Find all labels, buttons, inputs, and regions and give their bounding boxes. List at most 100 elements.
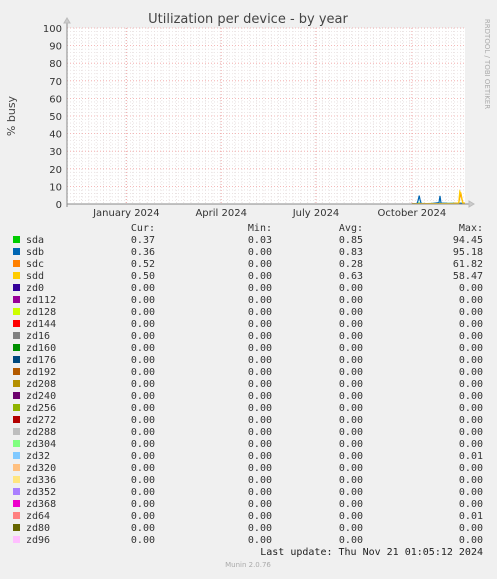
legend-value: 0.00 bbox=[131, 379, 155, 390]
x-tick-label: April 2024 bbox=[195, 208, 246, 219]
legend-series-name: zd144 bbox=[26, 319, 56, 330]
chart-title: Utilization per device - by year bbox=[148, 12, 348, 27]
legend-swatch bbox=[13, 380, 20, 387]
legend-value: 0.00 bbox=[248, 475, 272, 486]
legend-value: 0.00 bbox=[131, 391, 155, 402]
legend-series-name: zd368 bbox=[26, 499, 56, 510]
legend-value: 0.00 bbox=[339, 367, 363, 378]
legend-value: 0.03 bbox=[248, 235, 272, 246]
x-tick-label: January 2024 bbox=[92, 208, 160, 219]
y-tick-label: 100 bbox=[43, 24, 62, 35]
legend-value: 0.00 bbox=[131, 403, 155, 414]
utilization-chart: Utilization per device - by year % busy … bbox=[5, 12, 491, 569]
legend-swatch bbox=[13, 536, 20, 543]
legend-series-name: zd256 bbox=[26, 403, 56, 414]
legend-value: 0.00 bbox=[248, 271, 272, 282]
legend-value: 0.00 bbox=[339, 283, 363, 294]
legend-swatch bbox=[13, 344, 20, 351]
legend-value: 95.18 bbox=[453, 247, 483, 258]
legend-value: 0.00 bbox=[339, 295, 363, 306]
y-tick-label: 60 bbox=[49, 94, 62, 105]
legend-value: 0.00 bbox=[339, 439, 363, 450]
legend-series-name: zd240 bbox=[26, 391, 56, 402]
legend-value: 0.00 bbox=[339, 451, 363, 462]
legend-value: 0.37 bbox=[131, 235, 155, 246]
legend-value: 0.00 bbox=[248, 283, 272, 294]
legend-value: 0.00 bbox=[131, 463, 155, 474]
y-tick-label: 0 bbox=[56, 200, 62, 211]
legend-value: 0.00 bbox=[248, 379, 272, 390]
legend-value: 0.00 bbox=[459, 367, 483, 378]
legend-series-name: zd336 bbox=[26, 475, 56, 486]
legend-series-name: zd192 bbox=[26, 367, 56, 378]
legend-swatch bbox=[13, 356, 20, 363]
legend-value: 58.47 bbox=[453, 271, 483, 282]
legend-value: 0.00 bbox=[248, 463, 272, 474]
legend-value: 0.00 bbox=[339, 487, 363, 498]
legend-value: 0.00 bbox=[459, 535, 483, 546]
legend-value: 0.00 bbox=[339, 391, 363, 402]
legend-value: 0.00 bbox=[131, 451, 155, 462]
legend-value: 0.63 bbox=[339, 271, 363, 282]
legend-swatch bbox=[13, 404, 20, 411]
y-tick-label: 40 bbox=[49, 130, 62, 141]
legend-value: 0.00 bbox=[459, 487, 483, 498]
legend-value: 0.00 bbox=[131, 331, 155, 342]
y-tick-label: 80 bbox=[49, 59, 62, 70]
legend-value: 0.00 bbox=[248, 259, 272, 270]
legend-series-name: sdd bbox=[26, 271, 44, 282]
y-axis-arrow bbox=[63, 17, 71, 24]
legend-value: 0.00 bbox=[459, 463, 483, 474]
munin-graph: Utilization per device - by year % busy … bbox=[0, 0, 497, 575]
legend-value: 0.00 bbox=[248, 355, 272, 366]
legend-value: 0.00 bbox=[248, 343, 272, 354]
legend-swatch bbox=[13, 284, 20, 291]
legend-value: 0.00 bbox=[339, 355, 363, 366]
legend-value: 0.00 bbox=[131, 343, 155, 354]
legend-value: 0.00 bbox=[339, 475, 363, 486]
legend-value: 0.00 bbox=[248, 499, 272, 510]
legend-value: 0.00 bbox=[459, 499, 483, 510]
legend-swatch bbox=[13, 428, 20, 435]
legend-swatch bbox=[13, 308, 20, 315]
legend-value: 0.00 bbox=[131, 499, 155, 510]
y-tick-label: 70 bbox=[49, 77, 62, 88]
legend-series-name: zd32 bbox=[26, 451, 50, 462]
last-update: Last update: Thu Nov 21 01:05:12 2024 bbox=[260, 547, 483, 558]
y-tick-label: 30 bbox=[49, 147, 62, 158]
legend-value: 0.00 bbox=[248, 451, 272, 462]
legend-value: 0.28 bbox=[339, 259, 363, 270]
legend-swatch bbox=[13, 260, 20, 267]
legend-series-name: zd128 bbox=[26, 307, 56, 318]
legend-value: 0.00 bbox=[339, 511, 363, 522]
legend-value: 0.00 bbox=[459, 343, 483, 354]
legend-value: 0.00 bbox=[131, 511, 155, 522]
legend-value: 0.00 bbox=[339, 343, 363, 354]
legend-series-name: zd208 bbox=[26, 379, 56, 390]
legend-swatch bbox=[13, 452, 20, 459]
legend-value: 0.00 bbox=[459, 403, 483, 414]
legend-series-name: zd96 bbox=[26, 535, 50, 546]
munin-version: Munin 2.0.76 bbox=[225, 561, 271, 569]
legend-value: 0.00 bbox=[131, 319, 155, 330]
legend-value: 0.00 bbox=[459, 439, 483, 450]
legend-column-header: Avg: bbox=[339, 223, 363, 234]
legend-value: 0.00 bbox=[459, 307, 483, 318]
legend-value: 0.00 bbox=[131, 427, 155, 438]
legend-value: 0.00 bbox=[248, 427, 272, 438]
legend-swatch bbox=[13, 416, 20, 423]
legend-series-name: zd352 bbox=[26, 487, 56, 498]
legend-value: 0.00 bbox=[131, 295, 155, 306]
legend: Cur: Min: Avg: Max: sda 0.37 0.03 0.85 94.45 sdb 0… bbox=[13, 223, 483, 546]
rrdtool-credit: RRDTOOL / TOBI OETIKER bbox=[483, 19, 491, 109]
y-axis-label: % busy bbox=[5, 95, 18, 136]
legend-value: 0.00 bbox=[248, 247, 272, 258]
legend-value: 0.00 bbox=[248, 391, 272, 402]
legend-swatch bbox=[13, 524, 20, 531]
y-tick-label: 50 bbox=[49, 112, 62, 123]
legend-value: 0.01 bbox=[459, 511, 483, 522]
legend-swatch bbox=[13, 248, 20, 255]
y-tick-label: 90 bbox=[49, 42, 62, 53]
legend-series-name: zd0 bbox=[26, 283, 44, 294]
legend-swatch bbox=[13, 488, 20, 495]
